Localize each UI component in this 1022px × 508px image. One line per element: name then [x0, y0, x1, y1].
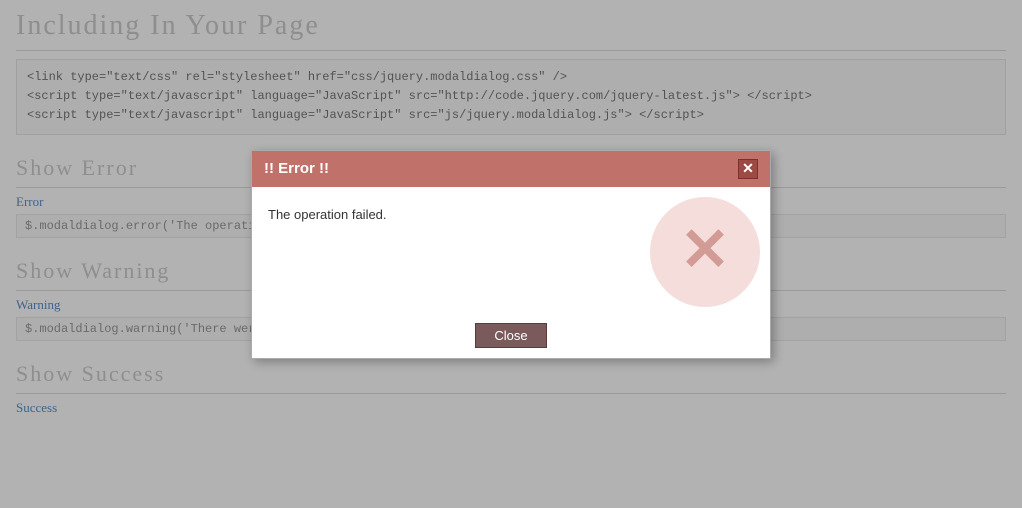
modal-overlay[interactable]: !! Error !! ✕ The operation failed. ✕ Cl…: [0, 0, 1022, 508]
modal-body: The operation failed. ✕: [252, 187, 770, 317]
modal-message: The operation failed.: [268, 207, 754, 222]
modal-close-x-button[interactable]: ✕: [738, 159, 758, 179]
modal-dialog: !! Error !! ✕ The operation failed. ✕ Cl…: [251, 150, 771, 359]
modal-error-x-icon: ✕: [680, 220, 730, 280]
modal-header: !! Error !! ✕: [252, 151, 770, 187]
close-x-icon: ✕: [742, 160, 754, 177]
modal-close-button[interactable]: Close: [475, 323, 546, 348]
modal-footer: Close: [252, 317, 770, 358]
modal-title: !! Error !!: [264, 160, 329, 177]
